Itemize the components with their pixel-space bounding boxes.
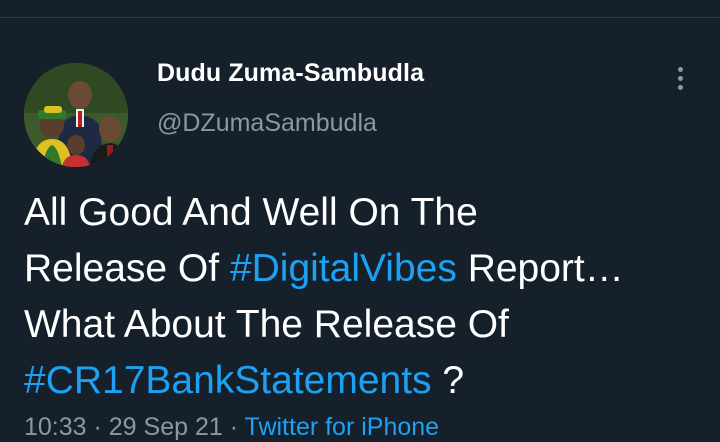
tweet-text-segment: Release Of bbox=[24, 247, 230, 290]
tweet-line: All Good And Well On The bbox=[24, 185, 704, 241]
tweet-text-segment: What About The Release Of bbox=[24, 303, 509, 346]
tweet-text-segment: Report… bbox=[456, 247, 624, 290]
tweet-line: #CR17BankStatements ? bbox=[24, 353, 704, 409]
more-vertical-icon-dot bbox=[677, 84, 683, 90]
author-handle[interactable]: @DZumaSambudla bbox=[157, 109, 377, 138]
hashtag-link-digitalvibes[interactable]: #DigitalVibes bbox=[230, 247, 457, 290]
more-options-button[interactable] bbox=[665, 61, 695, 95]
author-display-name[interactable]: Dudu Zuma-Sambudla bbox=[157, 59, 424, 88]
avatar-image bbox=[24, 63, 128, 167]
meta-separator: · bbox=[222, 413, 245, 441]
tweet-date[interactable]: 29 Sep 21 bbox=[109, 413, 223, 441]
tweet-text-segment: ? bbox=[431, 359, 465, 402]
tweet-source-link[interactable]: Twitter for iPhone bbox=[245, 413, 440, 441]
tweet: Dudu Zuma-Sambudla @DZumaSambudla All Go… bbox=[0, 19, 720, 441]
tweet-text-segment: All Good And Well On The bbox=[24, 191, 478, 234]
top-divider bbox=[0, 0, 720, 18]
hashtag-link-cr17bankstatements[interactable]: #CR17BankStatements bbox=[24, 359, 432, 402]
more-vertical-icon bbox=[677, 66, 683, 72]
tweet-line: What About The Release Of bbox=[24, 297, 704, 353]
meta-separator: · bbox=[86, 413, 109, 441]
tweet-line: Release Of #DigitalVibes Report… bbox=[24, 241, 704, 297]
tweet-time[interactable]: 10:33 bbox=[24, 413, 87, 441]
more-vertical-icon-dot bbox=[677, 75, 683, 81]
avatar[interactable] bbox=[24, 63, 128, 167]
tweet-text: All Good And Well On The Release Of #Dig… bbox=[24, 185, 704, 409]
